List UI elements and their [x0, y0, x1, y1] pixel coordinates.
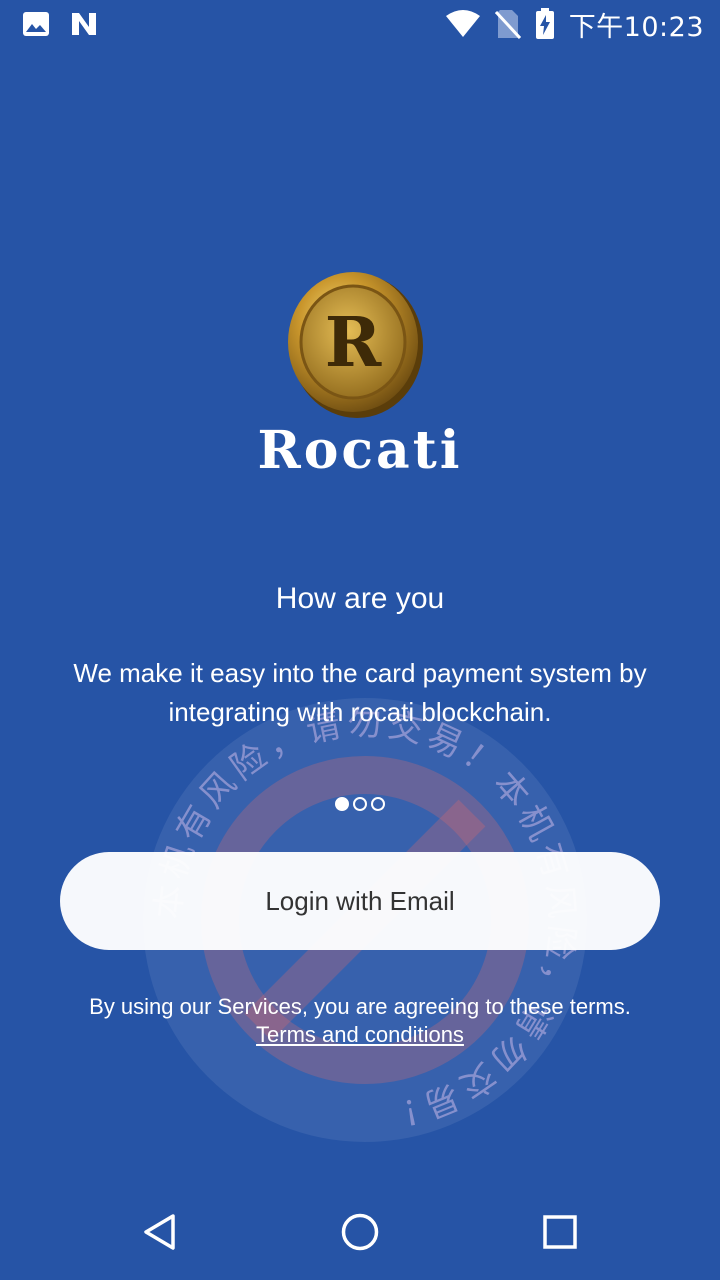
page-dot-1[interactable] — [335, 797, 349, 811]
wifi-icon — [445, 10, 480, 37]
brand-name: Rocati — [257, 420, 463, 481]
terms-link-row: Terms and conditions — [0, 1022, 720, 1048]
recents-icon[interactable] — [540, 1212, 580, 1252]
coin-icon: R — [288, 272, 423, 418]
onboarding-heading: How are you — [275, 582, 445, 615]
battery-charging-icon — [535, 8, 554, 39]
rocati-logo: R Rocati — [200, 262, 520, 492]
image-icon — [23, 12, 49, 36]
login-with-email-button[interactable]: Login with Email — [60, 852, 660, 950]
terms-agreement-text: By using our Services, you are agreeing … — [89, 994, 631, 1019]
status-bar-left — [22, 10, 98, 38]
page-dot-2[interactable] — [353, 797, 367, 811]
terms-and-conditions-link[interactable]: Terms and conditions — [256, 1022, 464, 1047]
status-bar: 下午10:23 — [0, 0, 720, 48]
no-sim-icon — [494, 10, 521, 39]
status-time: 下午10:23 — [568, 11, 704, 43]
home-icon[interactable] — [340, 1212, 380, 1252]
onboarding-description: We make it easy into the card payment sy… — [73, 658, 647, 727]
page-indicator — [0, 797, 720, 811]
page-dot-3[interactable] — [371, 797, 385, 811]
coin-letter: R — [325, 303, 382, 383]
back-icon[interactable] — [140, 1212, 180, 1252]
screen: 下午10:23 R Rocati 有风险，请勿交易！本机 ，请勿交易！ How … — [0, 0, 720, 1280]
n-icon — [72, 13, 96, 35]
status-bar-right: 下午10:23 — [445, 6, 704, 43]
navigation-bar — [0, 1184, 720, 1280]
